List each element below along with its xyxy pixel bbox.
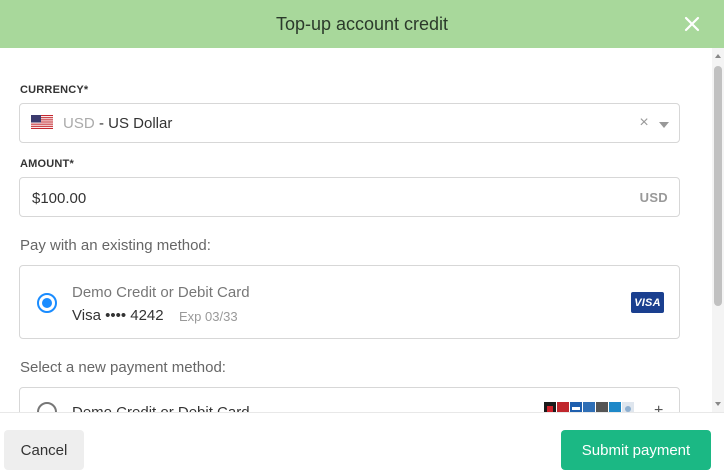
close-icon[interactable] — [680, 12, 704, 36]
card-expiry: Exp 03/33 — [179, 309, 238, 324]
method-radio[interactable] — [37, 402, 57, 412]
generic-card-icon — [622, 402, 634, 412]
unionpay-icon — [609, 402, 621, 412]
amount-input[interactable] — [32, 187, 592, 209]
clear-icon[interactable]: × — [637, 114, 651, 132]
us-flag-icon — [31, 115, 53, 129]
scroll-up-icon[interactable] — [715, 54, 721, 58]
scrollbar[interactable] — [712, 48, 724, 412]
new-method-card[interactable]: Demo Credit or Debit Card + — [19, 387, 680, 412]
amex-icon — [570, 402, 582, 412]
dialog-footer: Cancel Submit payment — [0, 412, 724, 476]
scrollbar-thumb[interactable] — [714, 66, 722, 306]
visa-icon: VISA — [631, 292, 664, 313]
mastercard-icon — [544, 402, 556, 412]
method-title: Demo Credit or Debit Card — [72, 284, 250, 301]
card-number: Visa •••• 4242 — [72, 307, 164, 324]
diners-icon — [583, 402, 595, 412]
jcb-icon — [557, 402, 569, 412]
existing-method-card[interactable]: Demo Credit or Debit Card Visa •••• 4242… — [19, 265, 680, 339]
amount-currency-suffix: USD — [639, 190, 668, 205]
currency-label: CURRENCY* — [20, 84, 89, 96]
dialog-header: Top-up account credit — [0, 0, 724, 48]
method-radio[interactable] — [37, 293, 57, 313]
scroll-down-icon[interactable] — [715, 402, 721, 406]
dialog-title: Top-up account credit — [275, 13, 449, 34]
card-brands-icons — [544, 402, 635, 412]
currency-name: - US Dollar — [99, 115, 173, 132]
existing-method-heading: Pay with an existing method: — [20, 237, 211, 254]
currency-code: USD — [63, 115, 95, 132]
top-up-dialog: Top-up account credit CURRENCY* USD - US… — [0, 0, 724, 476]
method-title: Demo Credit or Debit Card — [72, 404, 250, 412]
amount-label: AMOUNT* — [20, 158, 74, 170]
amount-field[interactable]: USD — [19, 177, 680, 217]
plus-icon[interactable]: + — [654, 403, 663, 413]
cancel-button[interactable]: Cancel — [4, 430, 84, 470]
currency-select[interactable]: USD - US Dollar × — [19, 103, 680, 143]
submit-payment-button[interactable]: Submit payment — [561, 430, 711, 470]
dialog-body: CURRENCY* USD - US Dollar × AMOUNT* USD — [0, 48, 712, 412]
new-method-heading: Select a new payment method: — [20, 359, 226, 376]
discover-icon — [596, 402, 608, 412]
chevron-down-icon[interactable] — [659, 122, 669, 128]
